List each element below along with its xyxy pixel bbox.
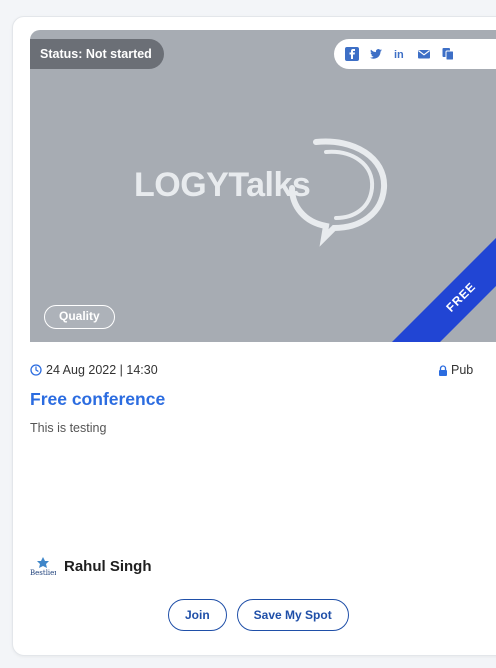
twitter-icon[interactable] xyxy=(368,46,384,62)
event-title[interactable]: Free conference xyxy=(30,389,165,410)
facebook-icon[interactable] xyxy=(344,46,360,62)
event-date: 24 Aug 2022 | 14:30 xyxy=(30,363,158,377)
host-name: Rahul Singh xyxy=(64,557,152,575)
host-logo-icon: Bestlier xyxy=(30,557,56,577)
event-meta: 24 Aug 2022 | 14:30 Pub xyxy=(30,362,496,378)
clock-icon xyxy=(30,364,42,376)
event-card: Status: Not started in LOGYTalks FREE Qu… xyxy=(12,16,496,656)
banner-logo-text: LOGYTalks xyxy=(134,166,311,204)
event-visibility-text: Pub xyxy=(451,363,474,377)
event-banner[interactable]: Status: Not started in LOGYTalks FREE Qu… xyxy=(30,30,496,342)
linkedin-icon[interactable]: in xyxy=(392,46,408,62)
category-tag[interactable]: Quality xyxy=(44,305,115,329)
email-icon[interactable] xyxy=(416,46,432,62)
event-visibility: Pub xyxy=(438,363,473,377)
status-badge: Status: Not started xyxy=(30,39,164,69)
host-info: Bestlier Rahul Singh xyxy=(30,555,152,577)
card-actions: Join Save My Spot xyxy=(168,599,349,631)
event-date-text: 24 Aug 2022 | 14:30 xyxy=(46,363,158,377)
logytalks-logo: LOGYTalks xyxy=(134,130,404,250)
copy-icon[interactable] xyxy=(440,46,456,62)
host-avatar-text: Bestlier xyxy=(30,569,56,577)
join-button[interactable]: Join xyxy=(168,599,227,631)
host-avatar: Bestlier xyxy=(30,555,56,577)
svg-text:in: in xyxy=(394,49,404,61)
event-description: This is testing xyxy=(30,421,107,435)
lock-icon xyxy=(439,364,447,376)
save-my-spot-button[interactable]: Save My Spot xyxy=(236,599,349,631)
share-bar: in xyxy=(334,39,496,69)
